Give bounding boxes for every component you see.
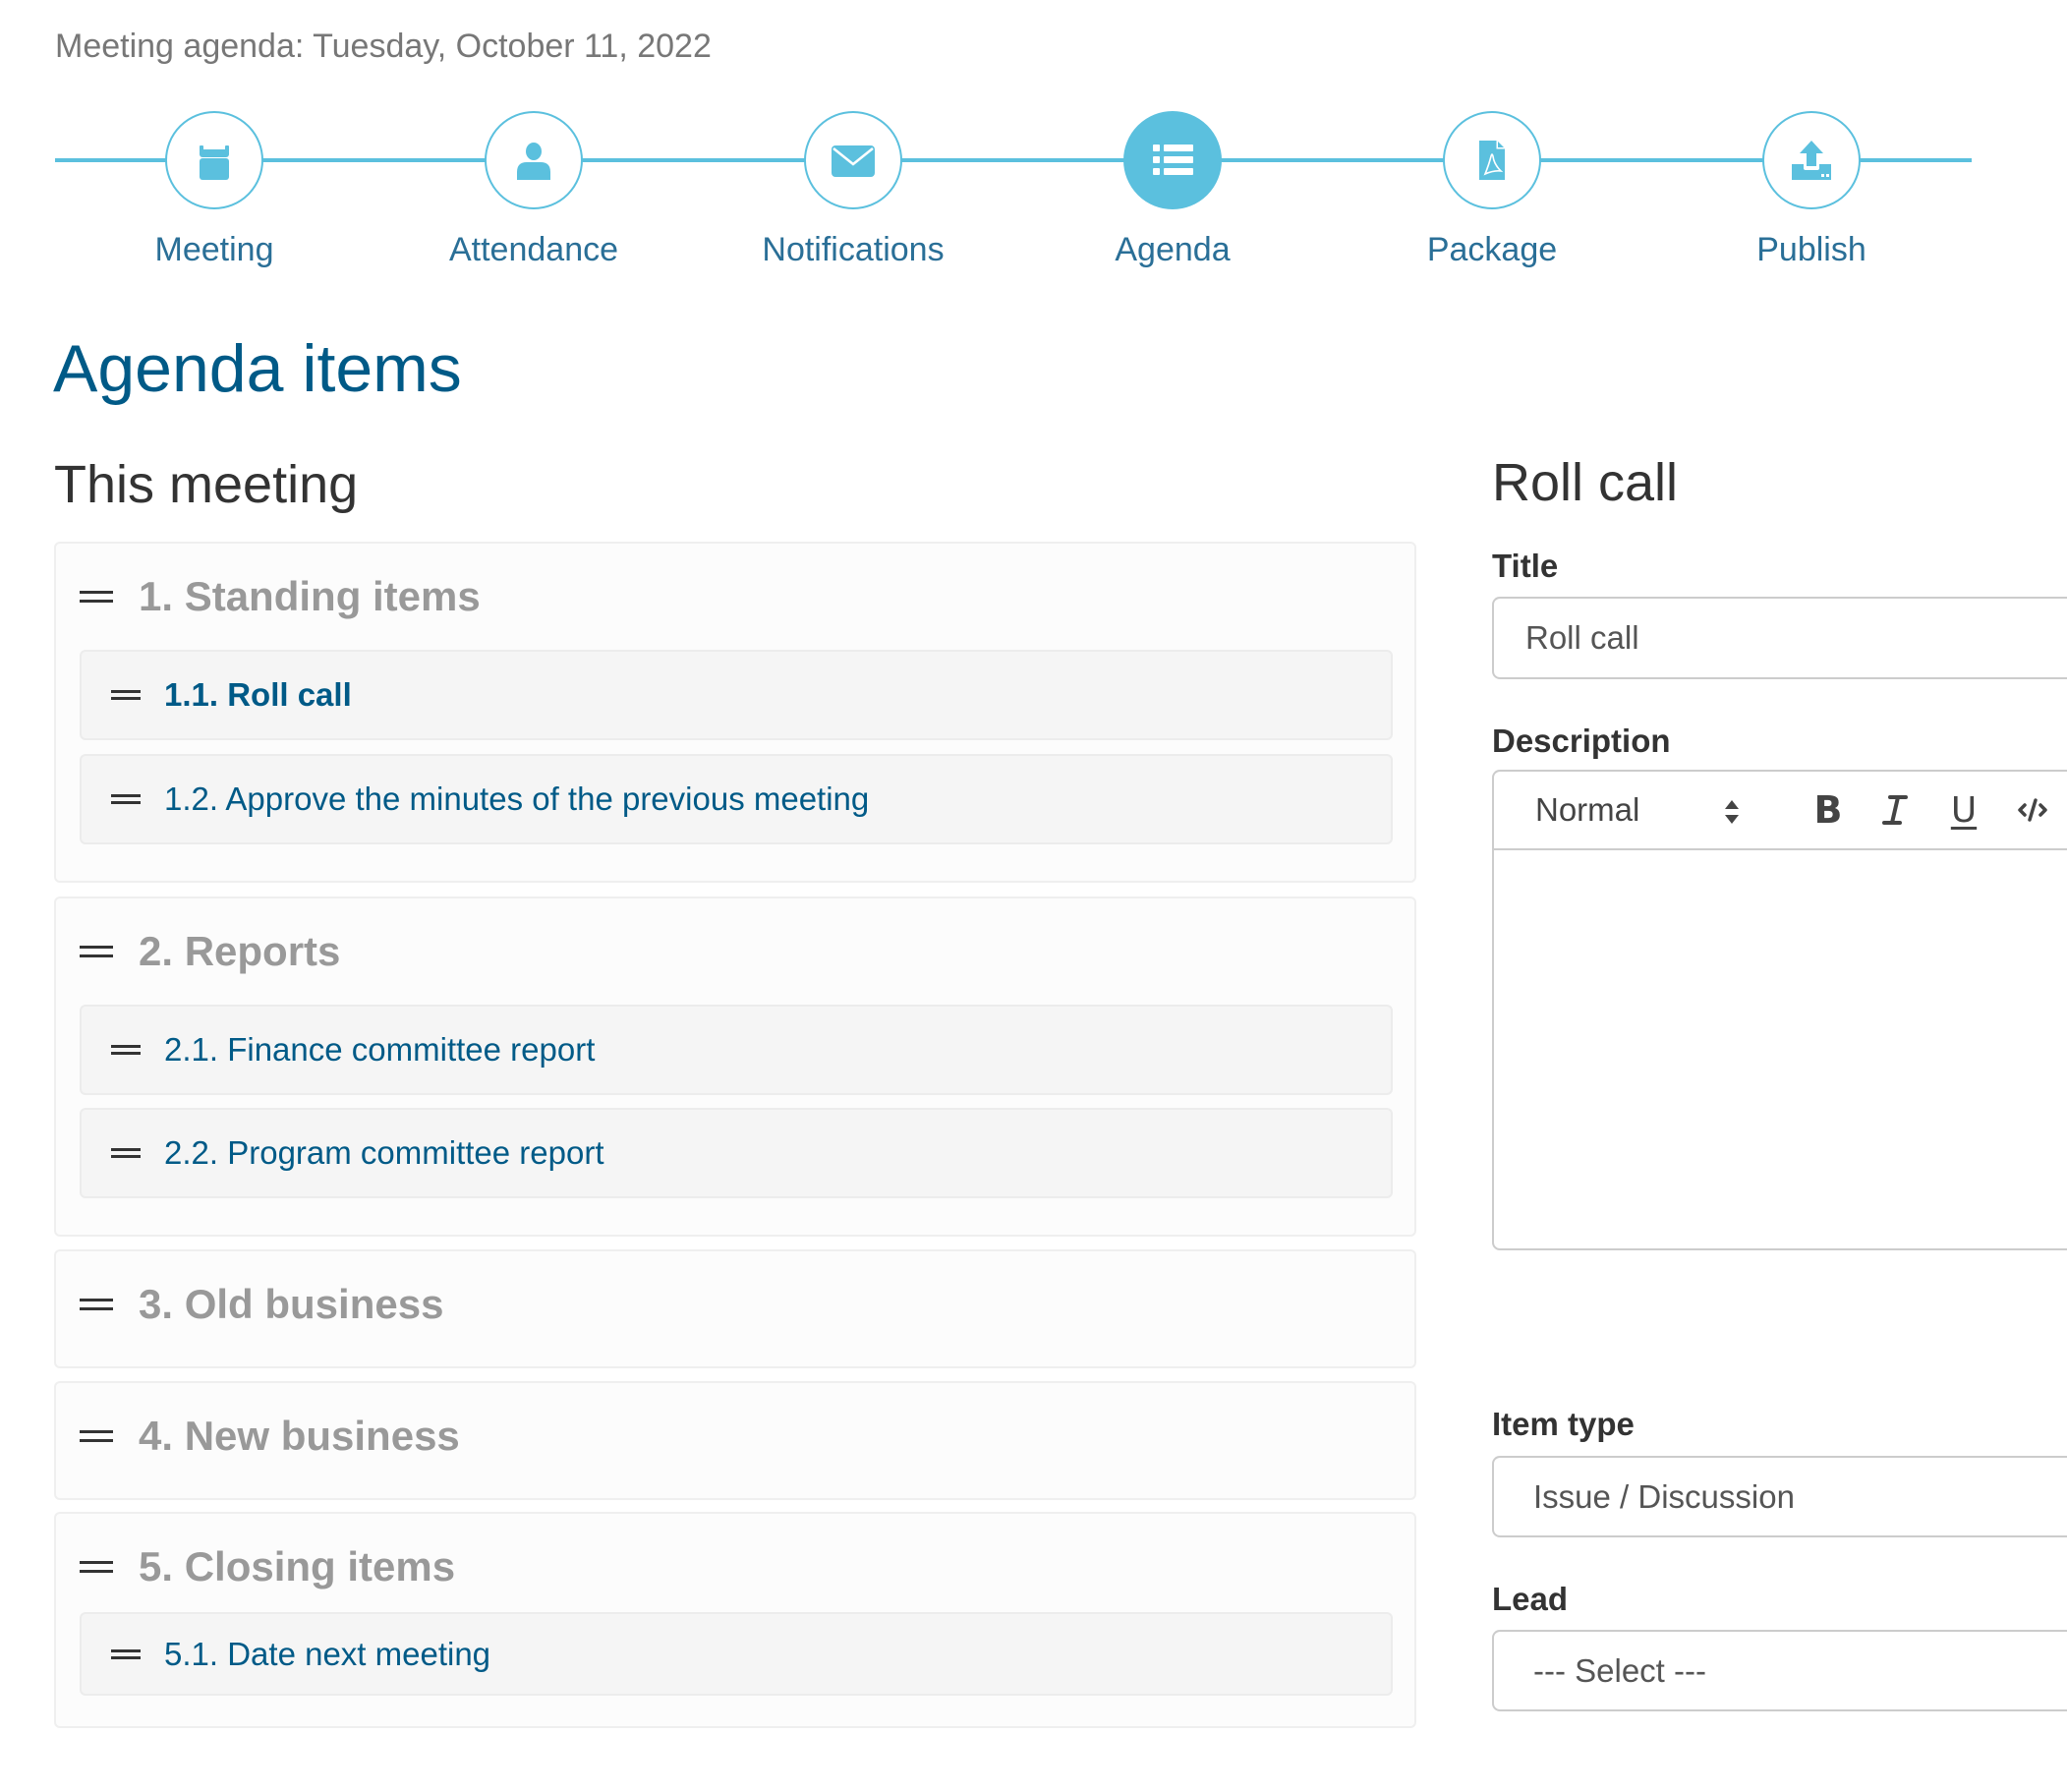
editor-toolbar: Normal B U — [1494, 772, 2067, 850]
agenda-section[interactable]: 1. Standing items 1.1. Roll call 1.2. Ap… — [54, 542, 1416, 883]
italic-button[interactable] — [1873, 785, 1917, 835]
calendar-icon — [200, 145, 229, 180]
pdf-file-icon — [1479, 141, 1505, 180]
section-header[interactable]: 1. Standing items — [80, 573, 481, 620]
description-editor-body[interactable] — [1494, 850, 2067, 1248]
agenda-item-label: 5.1. Date next meeting — [164, 1635, 491, 1672]
section-label: 1. Standing items — [139, 573, 481, 619]
step-circle[interactable] — [1443, 111, 1541, 209]
drag-handle-icon[interactable] — [80, 591, 113, 603]
agenda-section[interactable]: 4. New business — [54, 1381, 1416, 1500]
step-meeting[interactable]: Meeting — [86, 111, 342, 269]
step-label: Agenda — [1115, 231, 1231, 268]
lead-label: Lead — [1492, 1581, 1569, 1617]
envelope-icon — [832, 145, 875, 177]
agenda-section[interactable]: 2. Reports 2.1. Finance committee report… — [54, 896, 1416, 1237]
drag-handle-icon[interactable] — [80, 946, 113, 957]
step-package[interactable]: Package — [1364, 111, 1620, 269]
step-attendance[interactable]: Attendance — [406, 111, 661, 269]
title-input-value: Roll call — [1525, 619, 1639, 656]
page-title: Agenda items — [53, 331, 462, 406]
section-label: 2. Reports — [139, 928, 341, 974]
step-label: Attendance — [448, 231, 619, 268]
lead-value: --- Select --- — [1533, 1651, 1706, 1689]
drag-handle-icon[interactable] — [80, 1299, 113, 1310]
step-publish[interactable]: Publish — [1684, 111, 1939, 269]
meeting-title: Meeting agenda: Tuesday, October 11, 202… — [55, 28, 712, 65]
step-label: Meeting — [154, 231, 274, 268]
drag-handle-icon[interactable] — [111, 794, 141, 804]
agenda-item[interactable]: 1.2. Approve the minutes of the previous… — [80, 754, 1393, 844]
step-circle[interactable] — [804, 111, 902, 209]
lead-select[interactable]: --- Select --- — [1492, 1630, 2067, 1711]
section-header[interactable]: 4. New business — [80, 1413, 460, 1460]
step-label: Package — [1426, 231, 1558, 268]
step-circle[interactable] — [1123, 111, 1222, 209]
agenda-item[interactable]: 1.1. Roll call — [80, 650, 1393, 740]
agenda-section[interactable]: 3. Old business — [54, 1249, 1416, 1368]
agenda-item-label: 1.2. Approve the minutes of the previous… — [164, 780, 870, 817]
step-notifications[interactable]: Notifications — [725, 111, 981, 269]
description-editor[interactable]: Normal B U — [1492, 770, 2067, 1250]
step-circle[interactable] — [165, 111, 263, 209]
title-input[interactable]: Roll call — [1492, 597, 2067, 679]
section-header[interactable]: 2. Reports — [80, 928, 340, 975]
drag-handle-icon[interactable] — [80, 1430, 113, 1442]
code-button[interactable] — [2011, 785, 2054, 835]
section-label: 3. Old business — [139, 1281, 444, 1327]
item-type-value: Issue / Discussion — [1533, 1477, 1795, 1515]
list-icon — [1153, 145, 1193, 175]
item-type-select[interactable]: Issue / Discussion — [1492, 1456, 2067, 1537]
section-label: 5. Closing items — [139, 1543, 456, 1590]
select-arrows-icon[interactable] — [1722, 797, 1742, 827]
drag-handle-icon[interactable] — [80, 1561, 113, 1573]
agenda-item-label: 2.2. Program committee report — [164, 1134, 604, 1171]
step-circle[interactable] — [485, 111, 583, 209]
agenda-item-label: 2.1. Finance committee report — [164, 1031, 596, 1068]
italic-icon — [1882, 795, 1908, 825]
item-detail-title: Roll call — [1492, 453, 1679, 512]
step-circle[interactable] — [1762, 111, 1861, 209]
format-select[interactable]: Normal — [1535, 791, 1639, 829]
agenda-item[interactable]: 2.2. Program committee report — [80, 1108, 1393, 1198]
step-label: Notifications — [762, 231, 945, 268]
step-agenda[interactable]: Agenda — [1045, 111, 1300, 269]
agenda-item[interactable]: 5.1. Date next meeting — [80, 1612, 1393, 1696]
bold-button[interactable]: B — [1807, 785, 1850, 835]
section-label: 4. New business — [139, 1413, 460, 1459]
upload-icon — [1792, 141, 1831, 180]
agenda-column-title: This meeting — [54, 455, 359, 514]
title-label: Title — [1492, 548, 1559, 584]
agenda-item-label: 1.1. Roll call — [164, 676, 352, 713]
agenda-section[interactable]: 5. Closing items 5.1. Date next meeting — [54, 1512, 1416, 1728]
code-icon — [2018, 798, 2047, 822]
step-label: Publish — [1756, 231, 1866, 268]
drag-handle-icon[interactable] — [111, 1648, 141, 1659]
drag-handle-icon[interactable] — [111, 1148, 141, 1158]
drag-handle-icon[interactable] — [111, 1045, 141, 1055]
section-header[interactable]: 3. Old business — [80, 1281, 443, 1328]
user-icon — [517, 143, 550, 180]
item-type-label: Item type — [1492, 1406, 1635, 1442]
drag-handle-icon[interactable] — [111, 690, 141, 700]
section-header[interactable]: 5. Closing items — [80, 1543, 455, 1590]
underline-button[interactable]: U — [1942, 785, 1985, 835]
agenda-item[interactable]: 2.1. Finance committee report — [80, 1005, 1393, 1095]
description-label: Description — [1492, 723, 1671, 759]
